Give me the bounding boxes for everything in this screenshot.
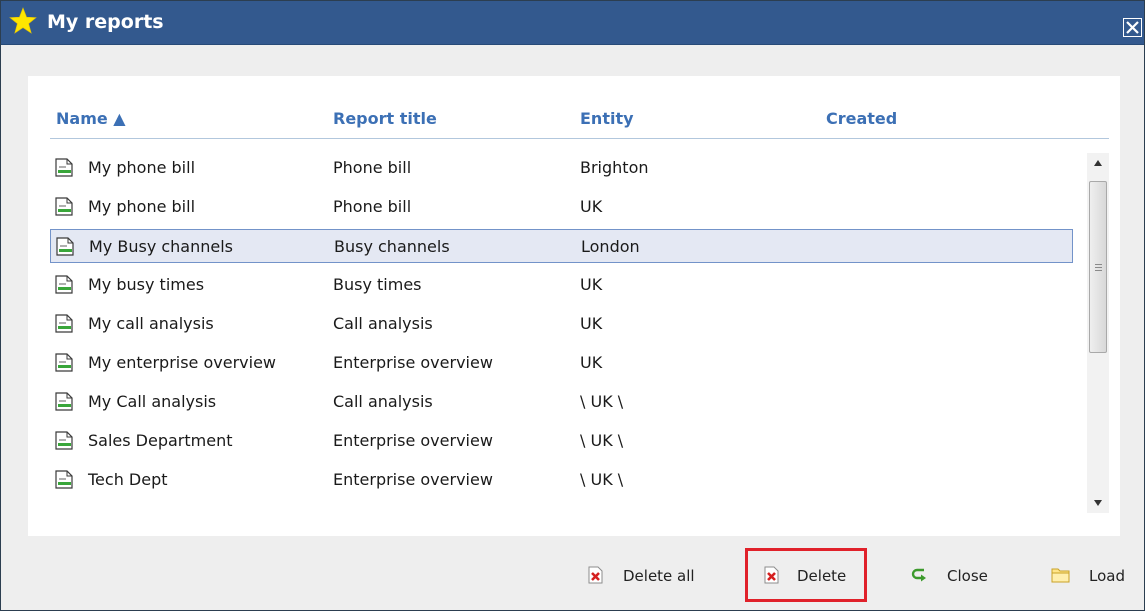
row-entity: UK (580, 197, 603, 216)
row-entity: UK (580, 314, 603, 333)
table-row[interactable]: My phone bill Phone bill Brighton (50, 151, 1073, 185)
folder-icon (1051, 568, 1070, 583)
row-entity: UK (580, 353, 603, 372)
green-arrow-icon (911, 568, 926, 582)
row-entity: \ UK \ (580, 392, 624, 411)
row-entity: Brighton (580, 158, 649, 177)
row-name: My phone bill (88, 197, 196, 216)
table-row[interactable]: Tech Dept Enterprise overview \ UK \ (50, 463, 1073, 497)
scroll-up-icon[interactable] (1093, 159, 1103, 167)
row-entity: \ UK \ (580, 470, 624, 489)
row-entity: \ UK \ (580, 431, 624, 450)
row-entity: London (581, 237, 640, 256)
report-document-icon (54, 275, 74, 294)
table-row[interactable]: My enterprise overview Enterprise overvie… (50, 346, 1073, 380)
report-document-icon (54, 431, 74, 450)
delete-x-icon (764, 566, 779, 584)
row-report-title: Call analysis (333, 392, 433, 411)
report-document-icon (54, 197, 74, 216)
row-report-title: Busy times (333, 275, 422, 294)
delete-label: Delete (797, 567, 847, 585)
report-document-icon (54, 392, 74, 411)
report-document-icon (55, 237, 75, 256)
row-report-title: Enterprise overview (333, 470, 493, 489)
delete-all-label: Delete all (623, 567, 695, 585)
title-bar: My reports (1, 1, 1144, 45)
scroll-grip-icon (1095, 264, 1102, 265)
row-name: My enterprise overview (88, 353, 277, 372)
close-label: Close (947, 567, 988, 585)
scroll-down-icon[interactable] (1093, 499, 1103, 507)
column-header-report-title[interactable]: Report title (333, 109, 437, 128)
row-name: Tech Dept (88, 470, 168, 489)
row-name: My busy times (88, 275, 205, 294)
load-label: Load (1089, 567, 1125, 585)
row-report-title: Phone bill (333, 158, 412, 177)
row-name: My Busy channels (89, 237, 234, 256)
load-button[interactable]: Load (1051, 566, 1136, 586)
close-button[interactable]: Close (910, 566, 1000, 586)
delete-x-icon (588, 566, 603, 584)
row-report-title: Call analysis (333, 314, 433, 333)
row-report-title: Enterprise overview (333, 353, 493, 372)
row-report-title: Phone bill (333, 197, 412, 216)
dialog-title: My reports (47, 11, 164, 33)
table-row[interactable]: My call analysis Call analysis UK (50, 307, 1073, 341)
table-row[interactable]: My busy times Busy times UK (50, 268, 1073, 302)
vertical-scrollbar[interactable] (1087, 153, 1109, 513)
table-row[interactable]: My phone bill Phone bill UK (50, 190, 1073, 224)
column-header-created[interactable]: Created (826, 109, 897, 128)
report-document-icon (54, 158, 74, 177)
row-name: My call analysis (88, 314, 214, 333)
table-row[interactable]: My Call analysis Call analysis \ UK \ (50, 385, 1073, 419)
scroll-thumb[interactable] (1089, 181, 1107, 353)
report-document-icon (54, 353, 74, 372)
row-name: Sales Department (88, 431, 233, 450)
row-report-title: Busy channels (334, 237, 450, 256)
my-reports-dialog: My reports Name ▲ Report title Entity Cr… (0, 0, 1145, 611)
delete-button[interactable]: Delete (762, 566, 857, 586)
close-box-icon[interactable] (1123, 18, 1142, 37)
report-document-icon (54, 470, 74, 489)
row-name: My phone bill (88, 158, 196, 177)
header-divider (50, 138, 1109, 139)
table-row[interactable]: My Busy channels Busy channels London (50, 229, 1073, 263)
table-row[interactable]: Sales Department Enterprise overview \ UK … (50, 424, 1073, 458)
row-name: My Call analysis (88, 392, 217, 411)
row-report-title: Enterprise overview (333, 431, 493, 450)
column-header-name[interactable]: Name ▲ (56, 109, 126, 128)
row-entity: UK (580, 275, 603, 294)
report-document-icon (54, 314, 74, 333)
star-icon (9, 7, 37, 34)
column-header-entity[interactable]: Entity (580, 109, 634, 128)
reports-list-panel: Name ▲ Report title Entity Created My ph… (28, 76, 1120, 536)
delete-all-button[interactable]: Delete all (586, 566, 706, 586)
